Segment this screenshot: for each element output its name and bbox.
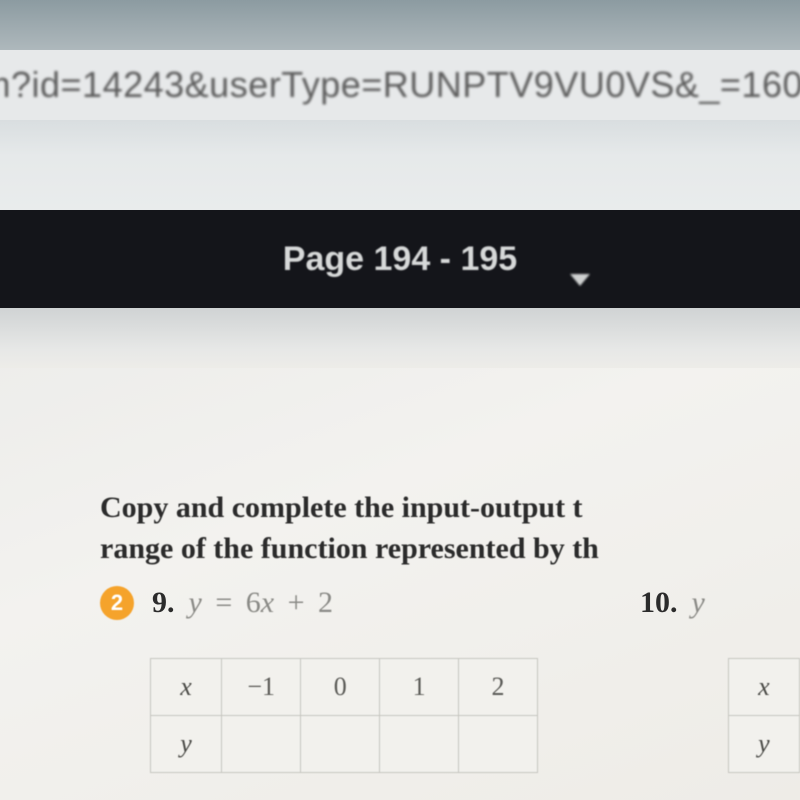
instruction-text: Copy and complete the input-output t ran… [100,488,800,569]
tables-row: x −1 0 1 2 y x y [150,658,800,773]
io-table-9: x −1 0 1 2 y [150,658,538,773]
page-top-shadow [0,308,800,368]
x-cell: 1 [380,659,459,716]
example-badge: 2 [100,586,134,620]
y-cell[interactable] [380,716,459,773]
row-x-label: x [728,659,799,716]
y-cell[interactable] [301,716,380,773]
instruction-line-1: Copy and complete the input-output t [100,491,583,524]
y-cell[interactable] [222,716,301,773]
y-cell[interactable] [459,716,538,773]
x-cell: 2 [459,659,538,716]
table-row: y [151,716,538,773]
problem-9-number: 9. [152,586,175,620]
instruction-line-2: range of the function represented by th [100,532,599,565]
window-top-gap [0,0,800,50]
table-row: y [728,716,799,773]
problem-10-equation: y [692,586,705,620]
textbook-page: Copy and complete the input-output t ran… [0,308,800,800]
row-x-label: x [151,659,222,716]
problem-10-row: 10. y [640,586,705,620]
problem-9-equation: y = 6x + 2 [189,586,334,620]
row-y-label: y [151,716,222,773]
x-cell: −1 [222,659,301,716]
chrome-spacer [0,120,800,210]
page-indicator-label: Page 194 - 195 [283,240,517,279]
io-table-10: x y [728,658,800,773]
problem-10-number: 10. [640,586,678,620]
chevron-down-icon[interactable] [570,274,590,286]
x-cell: 0 [301,659,380,716]
address-bar[interactable]: tm?id=14243&userType=RUNPTV9VU0VS&_=1604… [0,50,800,120]
table-row: x [728,659,799,716]
table-row: x −1 0 1 2 [151,659,538,716]
url-text: tm?id=14243&userType=RUNPTV9VU0VS&_=1604… [0,64,800,106]
page-indicator-band[interactable]: Page 194 - 195 [0,210,800,308]
row-y-label: y [728,716,799,773]
